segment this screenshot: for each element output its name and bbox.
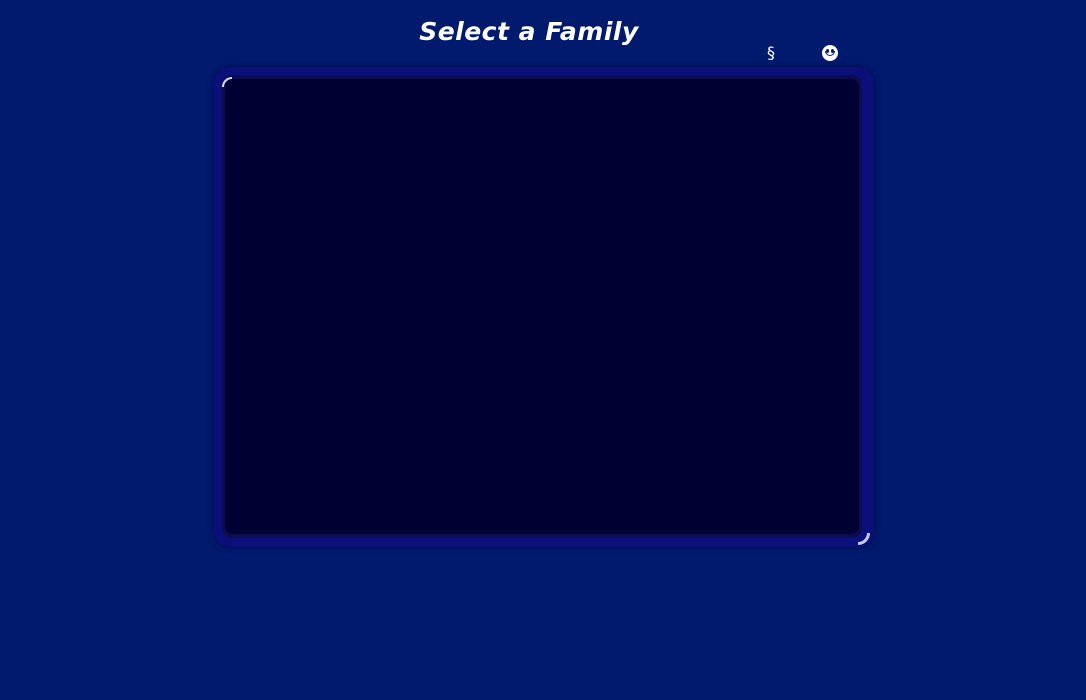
page-title-text: Select a Family [419, 17, 639, 46]
family-select-screen: Select a Family § [0, 0, 1086, 700]
smiley-mouth [825, 51, 835, 56]
section-icon[interactable]: § [760, 42, 782, 64]
family-list-frame [214, 67, 874, 547]
smiley-icon[interactable] [822, 45, 838, 61]
page-title: Select a Family [0, 14, 1086, 50]
family-list[interactable] [225, 79, 859, 534]
family-list-border [222, 75, 862, 538]
